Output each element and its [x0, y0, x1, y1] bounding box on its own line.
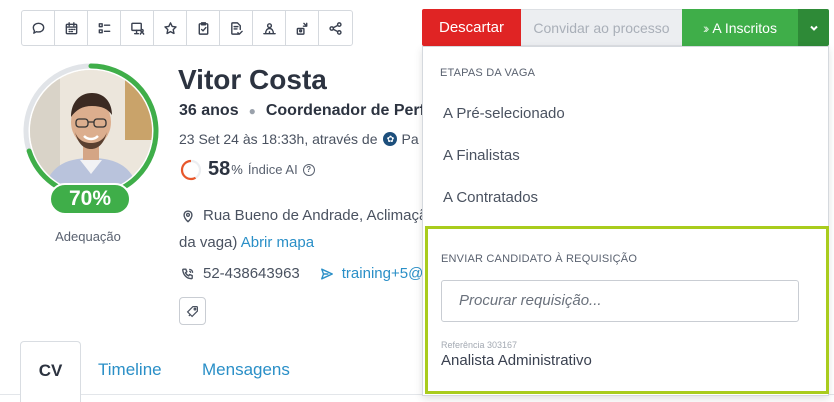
stage-option-finalists[interactable]: A Finalistas — [443, 147, 520, 164]
application-date: 23 Set 24 às 18:33h, através de — [179, 131, 378, 147]
phone-icon — [182, 267, 194, 279]
address-row-continued: da vaga) Abrir mapa — [179, 234, 314, 251]
calendar-icon — [65, 21, 77, 34]
ai-index-ring-icon — [180, 159, 202, 180]
stage-dropdown-toggle[interactable] — [798, 9, 829, 46]
double-chevron-right-icon: ›› — [703, 19, 710, 36]
add-tag-button[interactable] — [179, 297, 206, 325]
schedule-button[interactable] — [55, 11, 88, 45]
discard-button[interactable]: Descartar — [422, 9, 521, 46]
candidate-age: 36 anos — [179, 102, 239, 119]
stages-header: ETAPAS DA VAGA — [440, 67, 536, 79]
help-icon[interactable]: ? — [302, 163, 315, 176]
stage-option-preselected[interactable]: A Pré-selecionado — [443, 105, 565, 122]
paw-icon: ✿ — [383, 132, 398, 146]
requisition-section: ENVIAR CANDIDATO À REQUISIÇÃO Procurar r… — [425, 226, 829, 394]
document-check-icon — [230, 21, 243, 35]
address-row: Rua Bueno de Andrade, Aclimação — [181, 207, 436, 224]
tag-icon — [186, 305, 198, 317]
move-stage-button[interactable]: ›› A Inscritos — [682, 9, 798, 46]
tab-messages[interactable]: Mensagens — [202, 341, 290, 402]
clipboard-check-icon — [198, 21, 208, 35]
star-icon — [163, 21, 177, 34]
invite-to-process-button[interactable]: Convidar ao processo — [521, 9, 682, 46]
candidate-role: Coordenador de Perf — [265, 102, 425, 119]
task-button[interactable] — [187, 11, 220, 45]
move-stage-label: A Inscritos — [712, 19, 777, 36]
requisition-reference: Referência 303167 — [441, 340, 518, 350]
document-button[interactable] — [220, 11, 253, 45]
address-text-cont: da vaga) — [179, 234, 238, 251]
share-profile-button[interactable] — [286, 11, 319, 45]
candidate-meta: 36 anos ● Coordenador de Perf — [179, 102, 425, 120]
chat-bubble-icon — [32, 22, 44, 34]
email-link[interactable]: training+5@ — [320, 265, 424, 282]
comment-button[interactable] — [22, 11, 55, 45]
user-network-icon — [262, 22, 276, 34]
tab-cv[interactable]: CV — [20, 341, 81, 402]
share-button[interactable] — [319, 11, 352, 45]
favorite-button[interactable] — [154, 11, 187, 45]
candidate-name: Vitor Costa — [178, 64, 327, 95]
tab-timeline[interactable]: Timeline — [98, 341, 162, 402]
match-score-badge: 70% — [49, 183, 131, 215]
phone-number[interactable]: 52-438643963 — [203, 265, 300, 282]
address-text: Rua Bueno de Andrade, Aclimação — [203, 207, 436, 224]
ai-index-unit: % — [231, 162, 243, 177]
ai-index-value: 58 — [208, 158, 231, 180]
share-user-icon — [296, 22, 307, 35]
requisition-header: ENVIAR CANDIDATO À REQUISIÇÃO — [441, 253, 638, 265]
send-icon — [320, 267, 333, 280]
checklist-icon — [98, 22, 110, 33]
stage-option-hired[interactable]: A Contratados — [443, 189, 538, 206]
candidate-photo — [30, 70, 152, 192]
share-icon — [329, 21, 342, 35]
separator-dot: ● — [248, 104, 256, 118]
match-score-label: Adequação — [55, 229, 121, 244]
contact-row: 52-438643963 training+5@ — [181, 265, 423, 282]
location-pin-icon — [183, 209, 193, 222]
candidate-toolbar — [21, 10, 353, 46]
chevron-down-icon — [809, 25, 818, 31]
requisition-result-item[interactable]: Analista Administrativo — [441, 352, 592, 369]
application-source: Pa — [401, 131, 419, 147]
ai-index-label: Índice AI — [247, 162, 298, 177]
avatar[interactable] — [30, 70, 152, 192]
open-map-link[interactable]: Abrir mapa — [241, 234, 314, 251]
requisition-search-input[interactable]: Procurar requisição... — [441, 280, 799, 322]
evaluation-button[interactable] — [88, 11, 121, 45]
referral-button[interactable] — [253, 11, 286, 45]
email-text: training+5@ — [341, 265, 424, 282]
stage-dropdown-menu: ETAPAS DA VAGA A Pré-selecionado A Final… — [422, 46, 829, 396]
monitor-user-icon — [130, 22, 144, 35]
ai-index: 58 % Índice AI ? — [180, 158, 315, 181]
interview-button[interactable] — [121, 11, 154, 45]
application-info: 23 Set 24 às 18:33h, através de ✿ Pa — [179, 131, 419, 147]
profile-tabs: CV Timeline Mensagens — [20, 341, 440, 402]
